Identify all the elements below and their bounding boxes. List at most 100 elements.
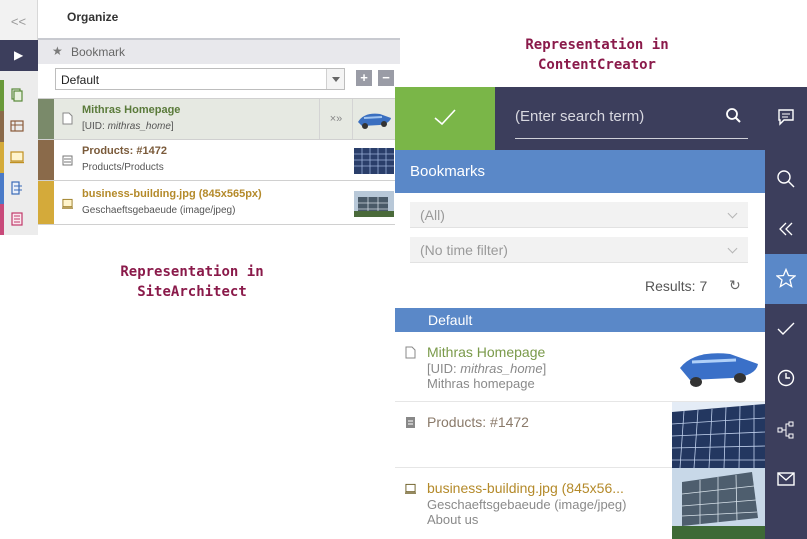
cc-right-rail [765,87,807,539]
sa-add-folder-button[interactable]: + [356,70,372,86]
content-creator-caption: Representation in ContentCreator [497,35,697,75]
star-icon: ★ [52,44,63,58]
site-architect-caption-line2: SiteArchitect [137,284,247,300]
cc-bookmarks-title: Bookmarks [410,163,486,180]
cc-bookmark-item[interactable]: Products: #1472 [395,402,765,468]
cc-rail-collapse[interactable] [765,205,807,255]
media-icon [10,151,24,164]
sa-tab-media[interactable] [0,142,38,173]
sa-item-title: Products: #1472 [82,145,167,157]
site-architect-caption-line1: Representation in [120,264,264,280]
sa-bookmark-row[interactable]: business-building.jpg (845x565px) Gescha… [38,180,400,225]
cc-type-filter-value: (All) [420,207,445,223]
cc-search-input[interactable]: (Enter search term) [515,108,644,125]
sa-bookmark-row[interactable]: Mithras Homepage [UID: mithras_home] ×» [38,98,400,139]
site-architect-panel: << Organize ▶ ★ Bookmark Default + − Mit… [0,0,400,235]
pages-icon [11,88,23,102]
sa-tab-structure[interactable] [0,173,38,204]
sa-tab-play[interactable]: ▶ [0,40,38,71]
table-icon [10,120,24,132]
solar-panel-thumbnail [354,148,394,174]
mail-icon [777,472,795,486]
feedback-icon [778,109,794,126]
chevron-down-icon[interactable] [326,69,344,89]
cc-search-underline [515,138,748,139]
solar-panel-image [672,402,765,468]
cc-rail-feedback[interactable] [765,93,807,143]
collapse-icon [779,222,793,236]
search-icon [777,170,795,188]
check-icon [434,109,456,126]
sa-item-title: business-building.jpg (845x565px) [82,188,262,200]
sa-tab-pages[interactable] [0,80,38,111]
sa-bookmark-title: Bookmark [71,45,126,59]
play-icon: ▶ [14,48,24,62]
cc-group-header[interactable]: Default [395,308,765,332]
sa-item-subtitle: [UID: mithras_home] [82,121,174,132]
cc-rail-structure[interactable] [765,406,807,456]
history-icon [777,369,795,387]
templates-icon [11,212,23,226]
cc-item-uid: [UID: mithras_home] [427,361,547,376]
dataset-icon [406,417,415,428]
refresh-icon[interactable]: ↻ [729,277,741,294]
chevron-down-icon [727,243,738,254]
sa-collapse-button[interactable]: << [0,0,38,40]
page-icon [62,112,73,125]
sa-tab-templates[interactable] [0,204,38,235]
car-image [672,338,765,396]
sa-folder-select-value: Default [61,73,100,87]
sa-item-title: Mithras Homepage [82,104,181,116]
cc-rail-search[interactable] [765,155,807,205]
cc-item-type: Geschaeftsgebaeude (image/jpeg) [427,497,627,512]
cc-confirm-button[interactable] [395,87,495,150]
cc-type-filter[interactable]: (All) [410,202,748,228]
cc-results-count: Results: 7 [645,278,708,294]
cc-item-name: Mithras Homepage [427,344,546,360]
dataset-icon [62,155,73,166]
cc-top-bar: (Enter search term) [395,87,807,150]
cc-group-label: Default [428,312,473,328]
site-architect-caption: Representation in SiteArchitect [112,262,272,302]
chevron-down-icon [727,208,738,219]
sa-organize-title: Organize [67,10,119,24]
sa-item-subtitle: Products/Products [82,162,164,173]
sa-item-subtitle: Geschaeftsgebaeude (image/jpeg) [82,205,236,216]
sa-folder-select[interactable]: Default [55,68,345,90]
cc-bookmark-item[interactable]: business-building.jpg (845x56... Geschae… [395,468,765,539]
sa-tab-strip: ▶ [0,40,38,235]
content-creator-panel: (Enter search term) Bookmarks (All) (No … [395,87,807,539]
cc-item-description: Mithras homepage [427,376,535,391]
cc-item-name: business-building.jpg (845x56... [427,480,624,496]
page-icon [405,346,416,359]
car-thumbnail [358,113,391,129]
cc-bookmarks-panel: Bookmarks (All) (No time filter) Results… [395,150,765,539]
hierarchy-icon [777,421,794,439]
cc-time-filter[interactable]: (No time filter) [410,237,748,263]
cc-rail-bookmarks[interactable] [765,254,807,304]
cc-rail-messages[interactable] [765,455,807,505]
cc-rail-history[interactable] [765,354,807,404]
content-creator-caption-line2: ContentCreator [537,57,656,73]
sa-bookmark-row[interactable]: Products: #1472 Products/Products [38,139,400,180]
image-icon [405,483,416,494]
cc-item-description: About us [427,512,479,527]
structure-icon [11,181,22,195]
sa-tab-content[interactable] [0,111,38,142]
building-image [672,468,765,539]
building-thumbnail [354,191,394,217]
sa-item-remove-button[interactable]: ×» [319,99,353,139]
cc-item-name: Products: #1472 [427,414,529,430]
search-icon[interactable] [725,107,743,125]
sa-bookmark-header[interactable]: ★ Bookmark [38,40,400,64]
content-creator-caption-line1: Representation in [525,37,669,53]
cc-rail-tasks[interactable] [765,305,807,355]
cc-bookmarks-header: Bookmarks [395,150,765,193]
cc-time-filter-value: (No time filter) [420,242,508,258]
sa-header: << Organize [0,0,400,40]
bookmark-star-icon [776,268,796,288]
sa-remove-folder-button[interactable]: − [378,70,394,86]
image-icon [62,198,73,209]
cc-bookmark-item[interactable]: Mithras Homepage [UID: mithras_home] Mit… [395,332,765,402]
check-icon [777,322,795,335]
